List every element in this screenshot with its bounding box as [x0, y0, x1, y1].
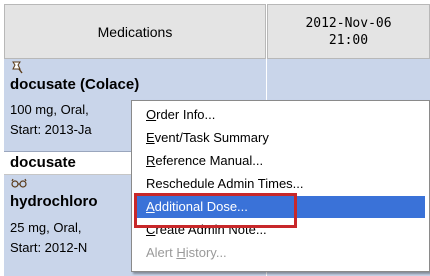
- context-menu: Order Info... Event/Task Summary Reference…: [131, 100, 430, 272]
- menu-item-mnemonic: A: [146, 199, 155, 214]
- menu-item-label-prefix: Reschedule Admin Times...: [146, 176, 304, 191]
- menu-item-order-info[interactable]: Order Info...: [136, 104, 425, 126]
- menu-item-label-rest: rder Info...: [156, 107, 216, 122]
- menu-item-label-rest: eference Manual...: [155, 153, 264, 168]
- menu-item-mnemonic: H: [176, 245, 186, 260]
- time-header-time: 21:00: [328, 32, 369, 48]
- menu-item-additional-dose[interactable]: Additional Dose...: [136, 196, 425, 218]
- time-header-date: 2012-Nov-06: [305, 15, 392, 31]
- menu-item-event-task-summary[interactable]: Event/Task Summary: [136, 127, 425, 149]
- menu-item-mnemonic: O: [146, 107, 157, 122]
- medication-name: docusate: [10, 154, 76, 171]
- menu-item-mnemonic: E: [146, 130, 155, 145]
- medication-start: Start: 2013-Ja: [10, 122, 92, 137]
- menu-item-label-rest: dditional Dose...: [154, 199, 248, 214]
- menu-item-label-rest: istory...: [185, 245, 227, 260]
- bell-pen-icon: [11, 60, 23, 77]
- medication-name: hydrochloro: [10, 193, 98, 210]
- menu-item-label-rest: reate Admin Note...: [155, 222, 267, 237]
- medication-dose: 100 mg, Oral,: [10, 102, 89, 117]
- menu-item-reschedule-admin-times[interactable]: Reschedule Admin Times...: [136, 173, 425, 195]
- medications-header-label: Medications: [97, 23, 173, 40]
- medication-start: Start: 2012-N: [10, 240, 88, 255]
- menu-item-mnemonic: R: [146, 153, 156, 168]
- menu-item-reference-manual[interactable]: Reference Manual...: [136, 150, 425, 172]
- time-column-header[interactable]: 2012-Nov-06 21:00: [267, 4, 430, 59]
- medication-dose: 25 mg, Oral,: [10, 220, 82, 235]
- medications-column-header[interactable]: Medications: [4, 4, 266, 59]
- menu-item-alert-history[interactable]: Alert History...: [136, 242, 425, 264]
- menu-item-mnemonic: C: [146, 222, 156, 237]
- glasses-icon: [11, 177, 27, 191]
- menu-item-create-admin-note[interactable]: Create Admin Note...: [136, 219, 425, 241]
- menu-item-label-prefix: Alert: [146, 245, 177, 260]
- menu-item-label-rest: vent/Task Summary: [154, 130, 269, 145]
- medication-name: docusate (Colace): [10, 76, 140, 93]
